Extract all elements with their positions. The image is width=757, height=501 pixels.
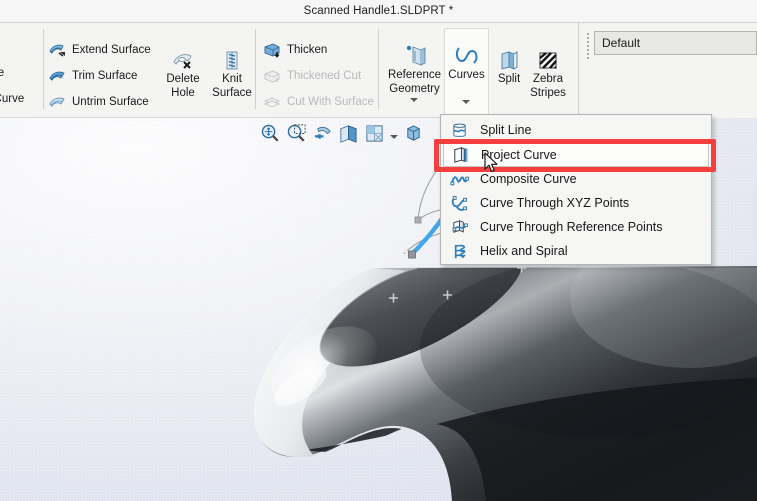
zebra-stripes-icon	[539, 52, 557, 69]
ribbon-button-curves[interactable]: Curves	[444, 45, 489, 104]
solidworks-window: Scanned Handle1.SLDPRT * e urve Extend S…	[0, 0, 757, 501]
section-view-icon[interactable]	[338, 123, 359, 144]
ribbon-button-split[interactable]: Split	[492, 49, 526, 87]
reference-geometry-icon	[406, 45, 425, 66]
curve-through-xyz-points-icon	[451, 195, 468, 211]
curves-caret-icon[interactable]	[462, 100, 470, 104]
thickened-cut-icon	[264, 70, 280, 83]
menu-item-label: Split Line	[480, 123, 532, 137]
zoom-to-area-icon[interactable]	[286, 123, 307, 144]
panel-divider	[43, 29, 44, 109]
ribbon-button-label-line1: Knit	[222, 73, 242, 85]
ribbon-item-extend-surface[interactable]: Extend Surface	[48, 41, 151, 59]
configuration-combobox[interactable]: Default	[594, 31, 757, 55]
ribbon-button-zebra-stripes[interactable]: Zebra Stripes	[524, 49, 572, 100]
menu-item-composite-curve[interactable]: Composite Curve	[441, 167, 711, 191]
ribbon-item-label: Trim Surface	[72, 70, 138, 82]
ribbon-item-untrim-surface[interactable]: Untrim Surface	[48, 93, 149, 111]
knit-surface-icon	[226, 51, 238, 70]
ribbon-item-label: Untrim Surface	[72, 96, 149, 108]
menu-item-label: Curve Through XYZ Points	[480, 196, 630, 210]
delete-hole-icon	[173, 54, 192, 69]
trim-surface-icon	[49, 71, 65, 81]
split-icon	[501, 51, 518, 70]
reference-geometry-caret-icon[interactable]	[410, 98, 418, 102]
panel-divider	[255, 29, 256, 109]
view-orientation-icon[interactable]	[364, 123, 385, 144]
ribbon-item-clipped-1[interactable]: ce	[0, 67, 4, 79]
menu-item-helix-and-spiral[interactable]: Helix and Spiral	[441, 239, 711, 263]
curve-through-reference-points-icon	[452, 219, 468, 233]
ribbon-button-label-line2: Geometry	[389, 82, 440, 95]
panel-divider	[378, 29, 379, 109]
curves-icon	[455, 47, 477, 64]
configuration-value: Default	[602, 36, 641, 50]
menu-item-curve-through-xyz-points[interactable]: Curve Through XYZ Points	[441, 191, 711, 215]
ribbon-item-label: ce	[0, 67, 5, 79]
menu-item-project-curve[interactable]: Project Curve	[443, 142, 709, 167]
untrim-surface-icon	[49, 97, 65, 107]
ribbon-button-knit-surface[interactable]: Knit Surface	[206, 49, 258, 100]
ribbon-button-delete-hole[interactable]: Delete Hole	[160, 49, 206, 100]
ribbon-item-trim-surface[interactable]: Trim Surface	[48, 67, 137, 85]
split-line-icon	[453, 123, 466, 137]
helix-and-spiral-icon	[454, 244, 466, 258]
menu-item-label: Helix and Spiral	[480, 244, 568, 258]
menu-item-label: Curve Through Reference Points	[480, 220, 663, 234]
composite-curve-icon	[450, 175, 469, 185]
previous-view-icon[interactable]	[312, 123, 333, 144]
ribbon-item-label: Thicken	[287, 44, 328, 56]
ribbon-item-thickened-cut: Thickened Cut	[263, 67, 361, 85]
toolbar-gripper[interactable]	[586, 31, 591, 59]
ribbon-button-label-line1: Zebra	[532, 73, 564, 85]
menu-item-curve-through-reference-points[interactable]: Curve Through Reference Points	[441, 215, 711, 239]
window-title: Scanned Handle1.SLDPRT *	[303, 5, 454, 17]
ribbon-button-reference-geometry[interactable]: Reference Geometry	[382, 43, 447, 102]
ribbon-button-label-line1: Delete	[166, 73, 200, 85]
view-toolbar	[260, 120, 424, 146]
extend-surface-icon	[49, 44, 65, 57]
menu-item-split-line[interactable]: Split Line	[441, 118, 711, 142]
project-curve-icon	[454, 147, 468, 163]
cut-with-surface-icon	[263, 97, 281, 108]
ribbon-button-label-line1: Curves	[448, 69, 485, 81]
ribbon-button-label-line1: Split	[497, 73, 521, 85]
ribbon-item-label: Extend Surface	[72, 44, 151, 56]
zoom-to-fit-icon[interactable]	[260, 123, 281, 144]
ribbon-item-label: Thickened Cut	[287, 70, 362, 82]
ribbon-item-label: Cut With Surface	[287, 96, 374, 108]
ribbon-button-label-line2: Surface	[212, 86, 252, 99]
display-style-icon[interactable]	[403, 123, 424, 144]
view-orientation-caret-icon[interactable]	[390, 135, 398, 139]
title-bar: Scanned Handle1.SLDPRT *	[0, 0, 757, 22]
curves-dropdown-menu: Split Line Project Curve Composite Curve	[440, 114, 712, 265]
ribbon-button-label-line1: Reference	[387, 69, 442, 81]
ribbon-item-label: n Curve	[0, 93, 25, 105]
ribbon-item-thicken[interactable]: Thicken	[263, 41, 327, 59]
ribbon-item-clipped-2[interactable]: n Curve	[0, 93, 24, 105]
ribbon-item-cut-with-surface: Cut With Surface	[263, 93, 374, 111]
ribbon-button-label-line2: Stripes	[530, 86, 566, 99]
mouse-cursor	[484, 152, 498, 172]
ribbon-button-label-line2: Hole	[171, 86, 195, 99]
thicken-icon	[264, 43, 280, 58]
